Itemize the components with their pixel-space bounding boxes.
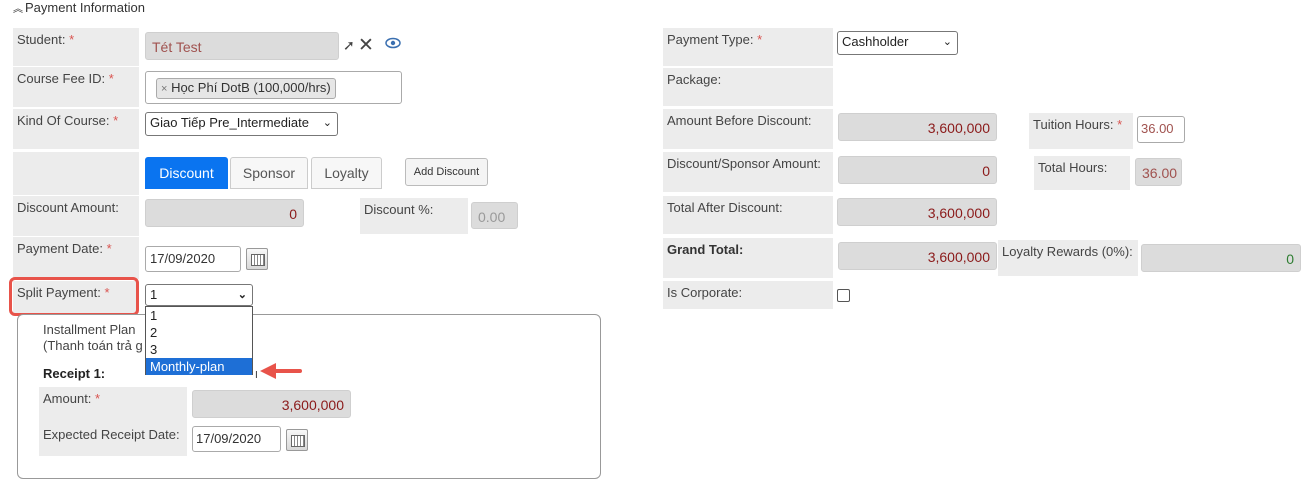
receipt-amount-label: Amount: * xyxy=(39,387,187,427)
total-hours-field[interactable]: 36.00 xyxy=(1135,158,1182,186)
discount-sponsor-amount-label: Discount/Sponsor Amount: xyxy=(663,152,833,192)
course-fee-tag: × Học Phí DotB (100,000/hrs) xyxy=(156,78,336,99)
loyalty-rewards-field[interactable]: 0 xyxy=(1141,244,1301,272)
course-fee-input[interactable]: × Học Phí DotB (100,000/hrs) xyxy=(145,71,402,104)
grand-total-field[interactable]: 3,600,000 xyxy=(838,242,997,270)
receipt-title: Receipt 1: xyxy=(43,366,106,381)
discount-sponsor-amount-field[interactable]: 0 xyxy=(838,156,997,184)
highlight-frame xyxy=(9,277,139,316)
tabs-row-label xyxy=(13,152,139,195)
amount-before-discount-label: Amount Before Discount: xyxy=(663,109,833,149)
total-after-discount-label: Total After Discount: xyxy=(663,196,833,234)
chevron-down-icon: ⌄ xyxy=(942,36,952,48)
clear-icon[interactable]: ✕ xyxy=(358,34,376,58)
payment-type-select[interactable]: Cashholder ⌄ xyxy=(837,31,958,55)
select-cursor-icon[interactable]: ➚ xyxy=(343,37,357,57)
tuition-hours-input[interactable]: 36.00 xyxy=(1137,116,1185,143)
chevron-up-icon: ︽ xyxy=(13,4,23,15)
total-after-discount-field[interactable]: 3,600,000 xyxy=(837,198,997,226)
discount-pct-field[interactable]: 0.00 xyxy=(471,202,518,229)
arrow-annotation-icon xyxy=(258,360,302,382)
kind-of-course-label: Kind Of Course: * xyxy=(13,109,139,149)
add-discount-button[interactable]: Add Discount xyxy=(405,158,488,186)
split-payment-select[interactable]: 1 ⌄ xyxy=(145,284,253,306)
tab-sponsor[interactable]: Sponsor xyxy=(230,157,308,189)
student-field[interactable]: Tét Test xyxy=(145,32,339,60)
payment-date-input[interactable]: 17/09/2020 xyxy=(145,246,241,272)
tuition-hours-label: Tuition Hours: * xyxy=(1029,113,1133,149)
is-corporate-label: Is Corporate: xyxy=(663,281,833,309)
split-payment-options: 1 2 3 Monthly-plan xyxy=(145,306,253,375)
option-monthly-plan[interactable]: Monthly-plan xyxy=(146,358,252,375)
discount-pct-label: Discount %: xyxy=(360,198,468,234)
payment-type-label: Payment Type: * xyxy=(663,28,833,66)
grand-total-label: Grand Total: xyxy=(663,238,833,278)
calendar-icon[interactable] xyxy=(286,429,308,451)
is-corporate-checkbox[interactable] xyxy=(837,289,850,302)
option-1[interactable]: 1 xyxy=(146,307,252,324)
discount-amount-label: Discount Amount: xyxy=(13,196,139,236)
expected-receipt-date-input[interactable]: 17/09/2020 xyxy=(192,426,281,452)
payment-date-label: Payment Date: * xyxy=(13,237,139,279)
student-label: Student: * xyxy=(13,28,139,66)
section-title[interactable]: ︽ Payment Information xyxy=(13,0,145,15)
package-label: Package: xyxy=(663,68,833,106)
tab-loyalty[interactable]: Loyalty xyxy=(311,157,382,189)
option-2[interactable]: 2 xyxy=(146,324,252,341)
eye-icon[interactable] xyxy=(385,37,401,49)
installment-label: Installment Plan (Thanh toán trả g xyxy=(39,318,149,360)
chevron-down-icon: ⌄ xyxy=(322,117,332,129)
calendar-icon[interactable] xyxy=(246,248,268,270)
chevron-down-icon: ⌄ xyxy=(237,289,247,301)
tag-remove-icon[interactable]: × xyxy=(161,83,167,95)
amount-before-discount-field[interactable]: 3,600,000 xyxy=(838,113,997,141)
tab-discount[interactable]: Discount xyxy=(145,157,228,189)
loyalty-rewards-label: Loyalty Rewards (0%): xyxy=(998,240,1138,276)
course-fee-label: Course Fee ID: * xyxy=(13,67,139,107)
discount-amount-field[interactable]: 0 xyxy=(145,199,304,227)
expected-receipt-date-label: Expected Receipt Date: xyxy=(39,423,187,456)
receipt-amount-field[interactable]: 3,600,000 xyxy=(192,390,351,418)
kind-of-course-select[interactable]: Giao Tiếp Pre_Intermediate ⌄ xyxy=(145,112,338,136)
total-hours-label: Total Hours: xyxy=(1034,156,1130,190)
option-3[interactable]: 3 xyxy=(146,341,252,358)
